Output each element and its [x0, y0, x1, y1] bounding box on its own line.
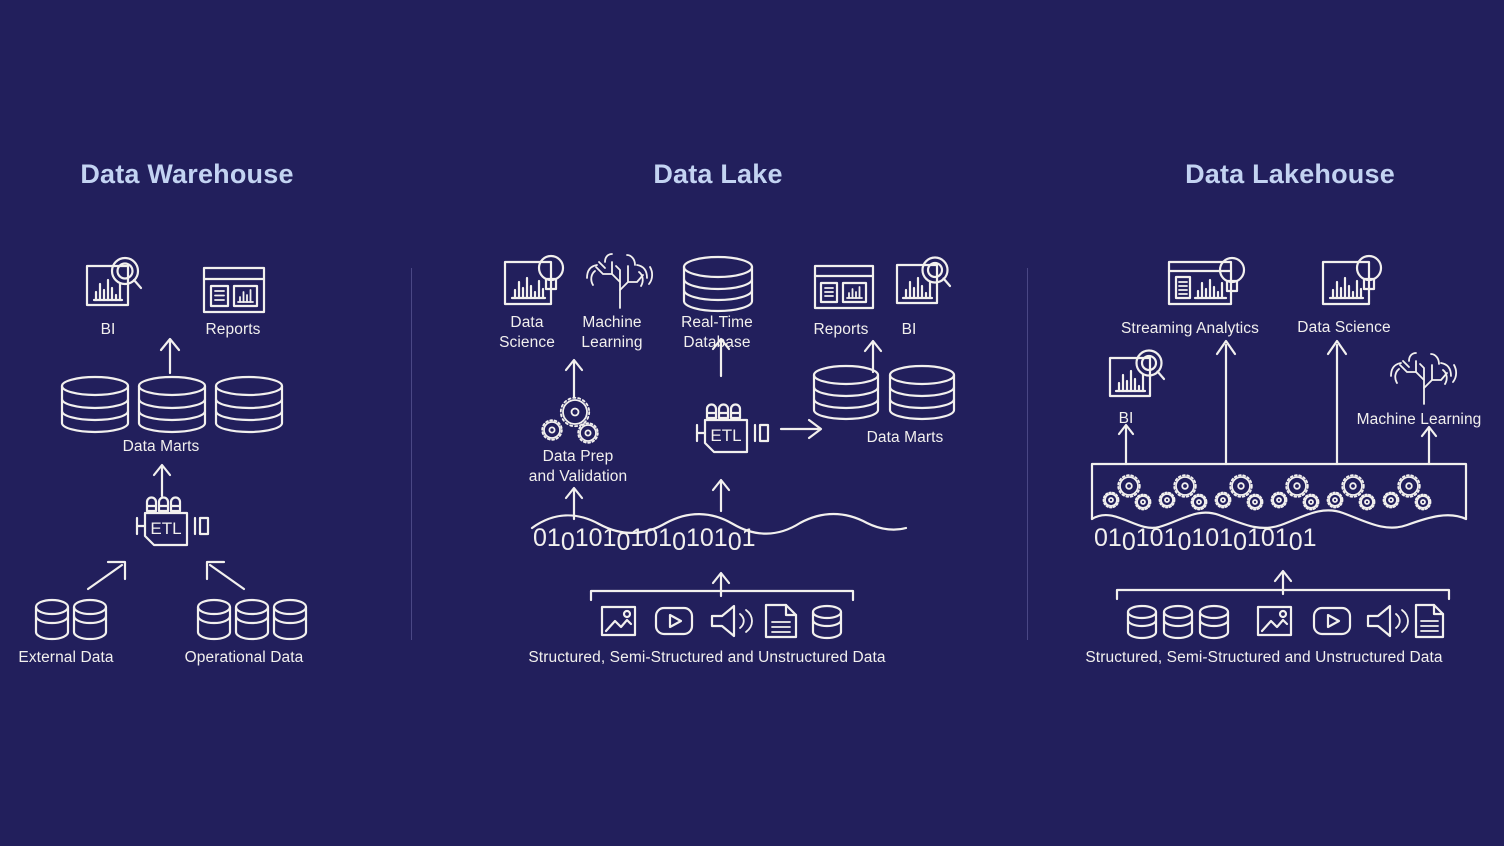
- arrow-up-data-science-lakehouse: [1325, 336, 1349, 466]
- video-icon: [1312, 606, 1352, 636]
- label-data-prep: Data Prep and Validation: [528, 448, 628, 485]
- data-prep-gears-icon: [537, 396, 609, 448]
- caption-lakehouse: Structured, Semi-Structured and Unstruct…: [1085, 649, 1443, 666]
- etl-label-lake: ETL: [710, 426, 741, 445]
- column-data-warehouse: Data Warehouse BI Reports Data Marts ETL…: [0, 0, 411, 846]
- document-icon: [1414, 603, 1445, 639]
- arrow-up-etl-to-rtdb: [708, 334, 734, 378]
- label-reports: Reports: [205, 321, 261, 338]
- binary-digits-lakehouse: 0101010101010101: [1094, 524, 1317, 556]
- column-data-lake: Data Lake Data Science Machine Learning …: [411, 0, 1027, 846]
- label-bi-lake: BI: [901, 321, 917, 338]
- label-data-science-lakehouse: Data Science: [1297, 319, 1391, 336]
- data-marts-cylinders-lake: [811, 364, 959, 424]
- arrow-up-bi-lakehouse: [1114, 420, 1138, 466]
- arrow-up-to-consumers: [155, 333, 185, 375]
- arrow-external-to-etl: [86, 555, 134, 595]
- arrow-up-binary-to-etl: [708, 475, 734, 513]
- label-data-science: Data Science: [499, 314, 555, 351]
- reports-window-icon: [202, 266, 266, 314]
- external-data-cylinders: [34, 598, 112, 644]
- etl-server-icon-lake: ETL: [683, 396, 779, 458]
- label-streaming-analytics: Streaming Analytics: [1120, 320, 1260, 337]
- arrow-up-machine-learning-lakehouse: [1417, 422, 1441, 466]
- arrow-operational-to-etl: [198, 555, 246, 595]
- database-icon-2: [1162, 604, 1194, 640]
- label-data-marts-lake: Data Marts: [866, 429, 944, 446]
- audio-icon: [710, 604, 753, 638]
- image-icon: [1256, 605, 1293, 637]
- reports-window-icon-lake: [813, 264, 875, 310]
- page-title-data-lakehouse: Data Lakehouse: [1185, 159, 1395, 189]
- data-marts-cylinders: [59, 375, 285, 437]
- label-machine-learning: Machine Learning: [581, 314, 643, 351]
- bi-chart-target-icon: [84, 254, 144, 314]
- arrow-up-marts-to-reports: [860, 336, 886, 374]
- label-external-data: External Data: [18, 649, 114, 666]
- arrow-up-streaming-analytics: [1214, 336, 1238, 466]
- label-bi: BI: [100, 321, 116, 338]
- machine-learning-icon: [583, 252, 657, 310]
- streaming-analytics-icon: [1167, 256, 1247, 312]
- audio-icon: [1366, 604, 1409, 638]
- etl-server-icon: ETL: [124, 489, 216, 551]
- database-icon: [811, 604, 843, 640]
- data-science-icon-lakehouse: [1321, 254, 1387, 310]
- operational-data-cylinders: [196, 598, 312, 644]
- database-icon-1: [1126, 604, 1158, 640]
- column-data-lakehouse: Data Lakehouse Streaming Analytics Data …: [1027, 0, 1504, 846]
- page-title-data-lake: Data Lake: [653, 159, 783, 189]
- arrow-up-data-prep: [561, 355, 587, 399]
- image-icon: [600, 605, 637, 637]
- machine-learning-icon-lakehouse: [1387, 352, 1461, 406]
- page-title-data-warehouse: Data Warehouse: [80, 159, 294, 189]
- source-icons-lakehouse: [1124, 601, 1445, 641]
- source-icons-lake: [600, 601, 844, 641]
- data-science-icon: [503, 254, 569, 310]
- database-icon-3: [1198, 604, 1230, 640]
- binary-digits-lake: 0101010101010101: [533, 524, 756, 556]
- video-icon: [654, 606, 694, 636]
- etl-label: ETL: [150, 519, 181, 538]
- caption-lake: Structured, Semi-Structured and Unstruct…: [528, 649, 886, 666]
- bi-chart-target-icon-lake: [895, 253, 953, 311]
- label-data-marts: Data Marts: [122, 438, 200, 455]
- real-time-database-cylinder: [681, 255, 755, 315]
- bi-chart-target-icon-lakehouse: [1108, 346, 1168, 404]
- diagram-canvas: Data Warehouse BI Reports Data Marts ETL…: [0, 0, 1504, 846]
- document-icon: [764, 603, 798, 639]
- sources-bracket-lakehouse: [1115, 587, 1451, 601]
- label-operational-data: Operational Data: [184, 649, 304, 666]
- sources-bracket-lake: [589, 588, 855, 602]
